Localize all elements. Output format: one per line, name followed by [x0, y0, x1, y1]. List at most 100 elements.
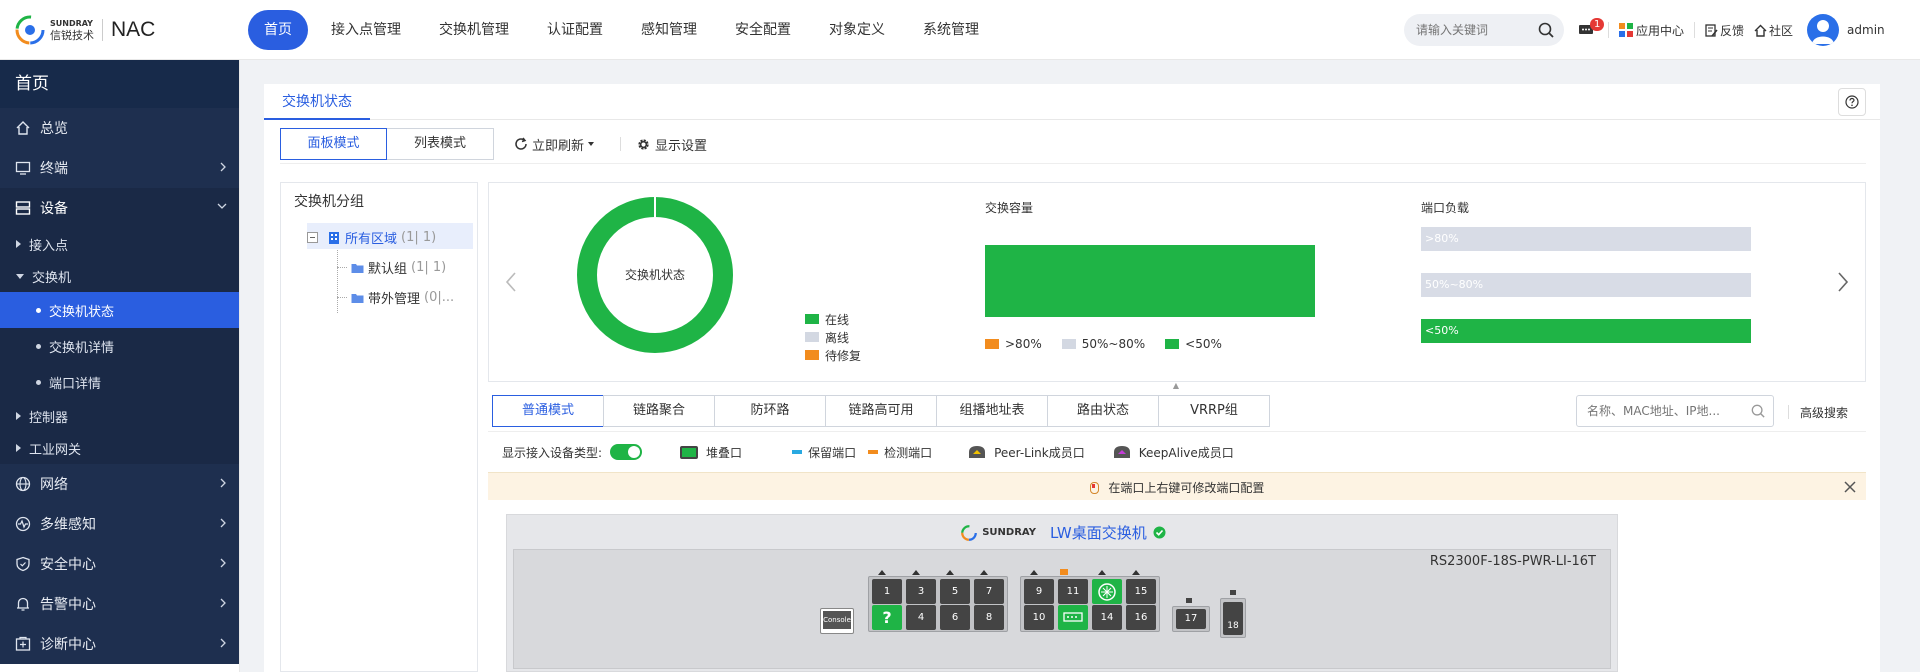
- sidebar-item-diagnosis-center[interactable]: 诊断中心: [0, 624, 239, 664]
- sidebar-item-switch-status[interactable]: 交换机状态: [0, 292, 239, 328]
- refresh-button[interactable]: 立即刷新: [514, 128, 595, 160]
- tab-normal-mode[interactable]: 普通模式: [492, 395, 604, 427]
- port-4[interactable]: 4: [906, 605, 936, 630]
- nav-switch-management[interactable]: 交换机管理: [424, 10, 524, 50]
- port-3[interactable]: 3: [906, 579, 936, 604]
- panel-mode-button[interactable]: 面板模式: [280, 128, 387, 160]
- port-14[interactable]: 14: [1092, 605, 1122, 630]
- collapse-handle[interactable]: ▲: [1164, 382, 1188, 390]
- port-18[interactable]: 18: [1223, 602, 1243, 635]
- port-17[interactable]: 17: [1176, 609, 1206, 629]
- show-access-toggle[interactable]: [610, 444, 643, 460]
- help-button[interactable]: [1838, 88, 1866, 116]
- reserved-port-icon: [792, 450, 803, 454]
- tab-switch-status[interactable]: 交换机状态: [264, 84, 370, 120]
- nav-home[interactable]: 首页: [248, 10, 308, 50]
- port-13-ap[interactable]: [1092, 579, 1122, 604]
- sidebar-item-security-center[interactable]: 安全中心: [0, 544, 239, 584]
- sidebar-item-alarm-center[interactable]: 告警中心: [0, 584, 239, 624]
- port-12-switch[interactable]: [1058, 605, 1088, 630]
- sidebar-item-overview[interactable]: 总览: [0, 108, 239, 148]
- caret-down-icon: [588, 142, 595, 146]
- tab-loop-prevention[interactable]: 防环路: [714, 395, 826, 427]
- sidebar-item-industrial-gateway[interactable]: 工业网关: [0, 432, 239, 464]
- nav-security-config[interactable]: 安全配置: [720, 10, 806, 50]
- search-input[interactable]: [1416, 14, 1536, 46]
- nav-auth-config[interactable]: 认证配置: [532, 10, 618, 50]
- status-legend: 在线 离线 待修复: [805, 311, 861, 365]
- collapse-icon[interactable]: [307, 232, 318, 243]
- community-link[interactable]: 社区: [1754, 22, 1793, 39]
- peer-link-icon: [969, 446, 986, 458]
- tree-node-label: 默认组: [368, 262, 408, 277]
- port-15[interactable]: 15: [1126, 579, 1156, 604]
- nav-object-definition[interactable]: 对象定义: [814, 10, 900, 50]
- tab-routing-status[interactable]: 路由状态: [1047, 395, 1159, 427]
- sidebar-item-network[interactable]: 网络: [0, 464, 239, 504]
- bullet-icon: [36, 343, 41, 349]
- tree-node-default-group[interactable]: 默认组 (1| 1): [337, 258, 446, 277]
- feedback-link[interactable]: 反馈: [1705, 22, 1744, 39]
- port-2-unknown-device[interactable]: ?: [872, 605, 902, 630]
- port-search: [1576, 395, 1774, 427]
- sidebar-item-terminal[interactable]: 终端: [0, 148, 239, 188]
- next-arrow-icon[interactable]: [1837, 271, 1849, 293]
- tab-vrrp-group[interactable]: VRRP组: [1158, 395, 1270, 427]
- sidebar-item-label: 多维感知: [40, 517, 96, 533]
- port-11[interactable]: 11: [1058, 579, 1088, 604]
- sidebar-title[interactable]: 首页: [0, 60, 239, 108]
- port-1[interactable]: 1: [872, 579, 902, 604]
- global-search: [1404, 14, 1564, 46]
- tab-link-ha[interactable]: 链路高可用: [825, 395, 937, 427]
- avatar: [1807, 14, 1840, 46]
- view-mode-toggle: 面板模式 列表模式: [280, 128, 494, 160]
- tab-multicast-table[interactable]: 组播地址表: [936, 395, 1048, 427]
- logo[interactable]: SUNDRAY 信锐技术 NAC: [14, 14, 155, 46]
- divider: [1608, 22, 1609, 38]
- port-18-marker: [1230, 590, 1236, 595]
- switch-name[interactable]: LW桌面交换机: [1050, 522, 1147, 543]
- legend-swatch: [985, 339, 999, 349]
- legend-swatch: [805, 350, 819, 360]
- diagnosis-icon: [15, 636, 31, 651]
- port-11-detect-marker: [1060, 569, 1068, 575]
- port-10[interactable]: 10: [1024, 605, 1054, 630]
- tree-node-oob-management[interactable]: 带外管理 (0|...: [337, 288, 454, 307]
- messages-button[interactable]: 1: [1578, 18, 1605, 38]
- sundray-logo-icon: [14, 14, 46, 46]
- port-9[interactable]: 9: [1024, 579, 1054, 604]
- feedback-icon: [1705, 23, 1718, 37]
- sidebar-item-device[interactable]: 设备: [0, 188, 239, 228]
- sidebar-item-ap[interactable]: 接入点: [0, 228, 239, 260]
- nav-ap-management[interactable]: 接入点管理: [316, 10, 416, 50]
- tree-node-all-areas[interactable]: 所有区域 (1| 1): [307, 228, 436, 247]
- sidebar-item-controller[interactable]: 控制器: [0, 400, 239, 432]
- port-search-input[interactable]: [1587, 396, 1747, 426]
- tab-link-aggregation[interactable]: 链路聚合: [603, 395, 715, 427]
- sidebar-item-port-detail[interactable]: 端口详情: [0, 364, 239, 400]
- port-7[interactable]: 7: [974, 579, 1004, 604]
- app-center-link[interactable]: 应用中心: [1619, 22, 1684, 39]
- port-8[interactable]: 8: [974, 605, 1004, 630]
- list-mode-button[interactable]: 列表模式: [387, 128, 494, 160]
- caret-right-icon: [16, 240, 21, 248]
- sidebar-item-multi-sense[interactable]: 多维感知: [0, 504, 239, 544]
- console-port[interactable]: Console: [820, 608, 854, 634]
- port-16[interactable]: 16: [1126, 605, 1156, 630]
- user-menu[interactable]: admin: [1807, 14, 1885, 46]
- prev-arrow-icon[interactable]: [505, 271, 517, 293]
- ap-device-icon: [1098, 583, 1116, 601]
- port-5[interactable]: 5: [940, 579, 970, 604]
- nav-system-management[interactable]: 系统管理: [908, 10, 994, 50]
- close-icon[interactable]: [1844, 481, 1856, 493]
- sidebar-item-switch[interactable]: 交换机: [0, 260, 239, 292]
- search-icon[interactable]: [1751, 404, 1765, 418]
- sidebar-item-switch-detail[interactable]: 交换机详情: [0, 328, 239, 364]
- advanced-search-link[interactable]: 高级搜索: [1800, 404, 1848, 421]
- display-settings-button[interactable]: 显示设置: [636, 128, 707, 160]
- legend-swatch: [1165, 339, 1180, 349]
- nav-sense-management[interactable]: 感知管理: [626, 10, 712, 50]
- port-6[interactable]: 6: [940, 605, 970, 630]
- search-icon[interactable]: [1538, 22, 1554, 41]
- chevron-right-icon: [220, 598, 226, 608]
